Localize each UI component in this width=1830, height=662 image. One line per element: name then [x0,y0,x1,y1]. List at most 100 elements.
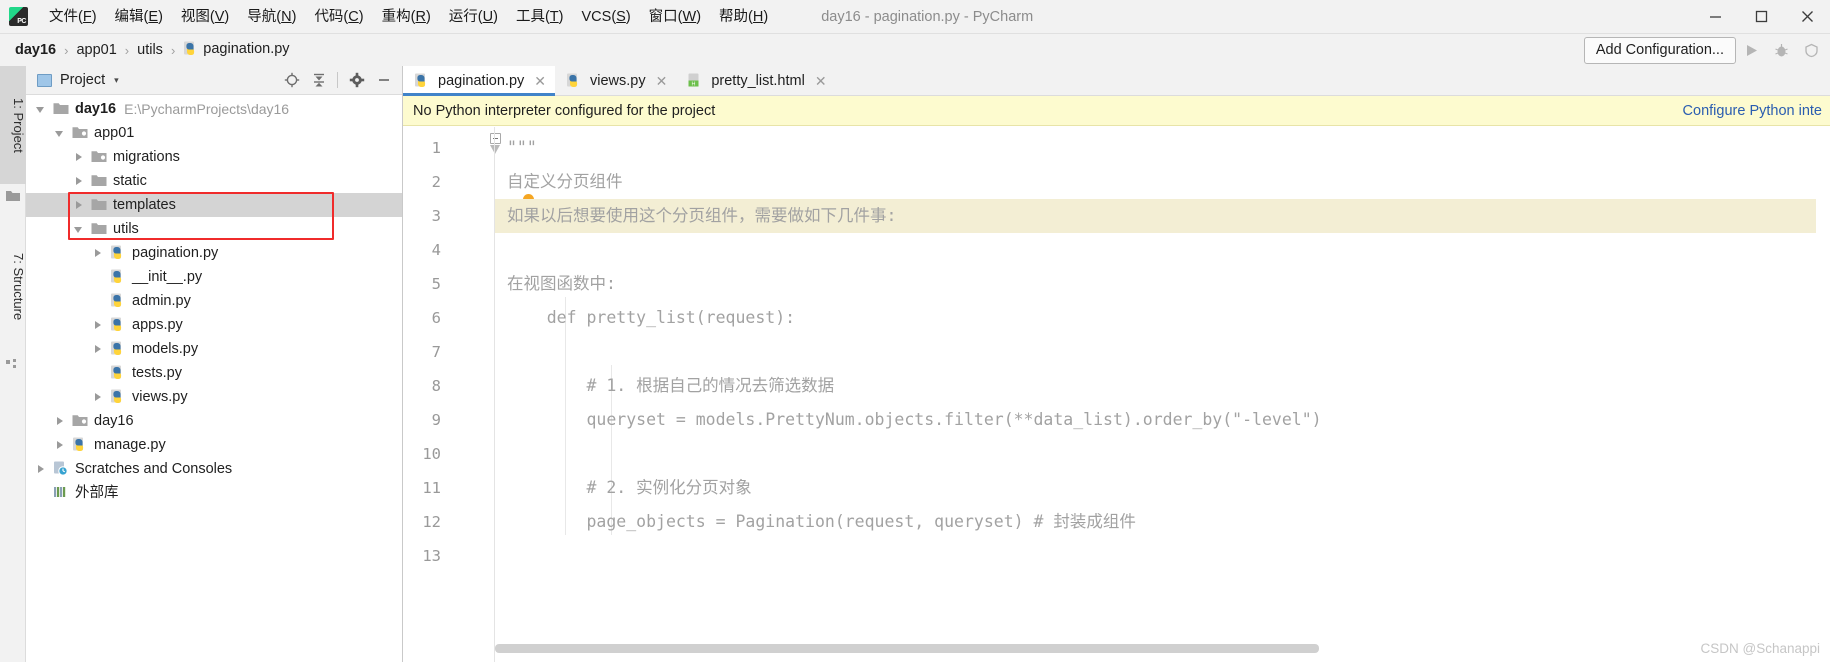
code-editor[interactable]: 1 2 3 4 5 6 7 8 9 10 11 12 13 """ 自定义分页组件 如果以后想要使用这个分页… [403,127,1830,662]
code-line-12[interactable]: page_objects = Pagination(request, query… [495,505,1830,539]
tree-item-app01[interactable]: app01 [26,121,402,145]
menu-mnemonic: E [148,8,159,25]
code-line-4[interactable] [495,233,1830,267]
tree-arrow-placeholder [92,271,105,284]
breadcrumb-item-utils[interactable]: utils [134,41,166,59]
chevron-down-icon[interactable] [73,223,86,236]
tree-item-utils[interactable]: utils [26,217,402,241]
python-file-icon [110,245,127,261]
chevron-down-icon[interactable]: ▾ [114,75,119,86]
close-tab-icon[interactable]: ✕ [815,74,827,88]
code-line-9[interactable]: queryset = models.PrettyNum.objects.filt… [495,403,1830,437]
horizontal-scrollbar[interactable] [495,644,1725,653]
tree-item-day16[interactable]: day16 E:\PycharmProjects\day16 [26,97,402,121]
code-line-2[interactable]: 自定义分页组件 [495,165,1830,199]
minimize-button[interactable] [1692,0,1738,33]
chevron-right-icon[interactable] [92,319,105,332]
tree-item-label: utils [113,221,139,237]
chevron-right-icon[interactable] [92,247,105,260]
project-tree: day16 E:\PycharmProjects\day16 app01 migrat… [26,95,402,505]
tree-item-manage-py[interactable]: manage.py [26,433,402,457]
chevron-right-icon[interactable] [54,415,67,428]
tree-item-label: day16 [94,413,134,429]
code-line-7[interactable] [495,335,1830,369]
menu-item-9[interactable]: VCS(S) [573,5,640,29]
settings-gear-icon[interactable] [344,68,369,92]
tree-item-templates[interactable]: templates [26,193,402,217]
debug-icon[interactable] [1766,38,1796,64]
close-button[interactable] [1784,0,1830,33]
menu-item-5[interactable]: 代码(C) [305,5,372,29]
code-line-5[interactable]: 在视图函数中: [495,267,1830,301]
tree-item-migrations[interactable]: migrations [26,145,402,169]
close-tab-icon[interactable]: ✕ [656,74,668,88]
code-line-3[interactable]: 如果以后想要使用这个分页组件，需要做如下几件事: [495,199,1830,233]
tree-item-label: app01 [94,125,135,141]
chevron-right-icon[interactable] [73,175,86,188]
breadcrumb-label: pagination.py [203,40,290,57]
code-line-6[interactable]: def pretty_list(request): [495,301,1830,335]
chevron-down-icon[interactable] [54,127,67,140]
tree-item-pagination-py[interactable]: pagination.py [26,241,402,265]
editor-right-padding [1816,188,1830,662]
menu-mnemonic: V [214,8,225,25]
chevron-right-icon[interactable] [92,391,105,404]
tree-item-static[interactable]: static [26,169,402,193]
tree-item----[interactable]: 外部库 [26,481,402,505]
menu-item-8[interactable]: 工具(T) [507,5,573,29]
scrollbar-thumb[interactable] [495,644,1320,653]
chevron-right-icon[interactable] [73,199,86,212]
chevron-down-icon[interactable] [35,103,48,116]
locate-icon[interactable] [279,68,304,92]
collapse-all-icon[interactable] [306,68,331,92]
menu-item-10[interactable]: 窗口(W) [640,5,710,29]
breadcrumb-separator: › [64,42,69,58]
menu-item-11[interactable]: 帮助(H) [710,5,777,29]
chevron-right-icon[interactable] [35,463,48,476]
sidebar-tab-project[interactable]: 1: Project [0,66,26,184]
code-line-1[interactable]: """ [495,131,1830,165]
menu-item-2[interactable]: 编辑(E) [106,5,172,29]
tree-item-__init__-py[interactable]: __init__.py [26,265,402,289]
breadcrumb-item-pagination-py[interactable]: pagination.py [180,40,292,61]
toolbar-divider [337,72,338,88]
editor-tab-views-py[interactable]: views.py ✕ [555,66,677,96]
tree-item-views-py[interactable]: views.py [26,385,402,409]
hide-panel-icon[interactable] [371,68,396,92]
menu-item-6[interactable]: 重构(R) [373,5,440,29]
configure-python-interpreter-link[interactable]: Configure Python inte [1683,103,1822,119]
line-number: 8 [431,377,441,395]
run-icon[interactable] [1736,38,1766,64]
code-line-8[interactable]: # 1. 根据自己的情况去筛选数据 [495,369,1830,403]
coverage-icon[interactable] [1796,38,1826,64]
tree-item-apps-py[interactable]: apps.py [26,313,402,337]
chevron-right-icon[interactable] [54,439,67,452]
chevron-right-icon[interactable] [92,343,105,356]
breadcrumb-item-day16[interactable]: day16 [12,41,59,59]
window-title: day16 - pagination.py - PyCharm [821,8,1034,25]
tree-item-label: manage.py [94,437,166,453]
tree-item-day16[interactable]: day16 [26,409,402,433]
code-line-11[interactable]: # 2. 实例化分页对象 [495,471,1830,505]
menu-item-4[interactable]: 导航(N) [238,5,305,29]
menu-item-3[interactable]: 视图(V) [172,5,238,29]
breadcrumb-item-app01[interactable]: app01 [73,41,119,59]
pycharm-window: 文件(F)编辑(E)视图(V)导航(N)代码(C)重构(R)运行(U)工具(T)… [0,0,1830,662]
chevron-right-icon[interactable] [73,151,86,164]
tree-item-models-py[interactable]: models.py [26,337,402,361]
tree-item-tests-py[interactable]: tests.py [26,361,402,385]
close-tab-icon[interactable]: ✕ [534,74,546,88]
maximize-button[interactable] [1738,0,1784,33]
menu-item-7[interactable]: 运行(U) [440,5,507,29]
tree-item-scratches-and-consoles[interactable]: Scratches and Consoles [26,457,402,481]
code-line-13[interactable] [495,539,1830,573]
tree-item-admin-py[interactable]: admin.py [26,289,402,313]
editor-tab-pagination-py[interactable]: pagination.py ✕ [403,66,555,96]
sidebar-tab-structure[interactable]: 7: Structure [0,221,26,353]
add-configuration-button[interactable]: Add Configuration... [1583,37,1736,64]
tree-item-label: admin.py [132,293,191,309]
code-line-10[interactable] [495,437,1830,471]
menu-mnemonic: C [348,8,359,25]
editor-tab-pretty_list-html[interactable]: Hpretty_list.html ✕ [676,66,836,96]
menu-item-1[interactable]: 文件(F) [40,5,106,29]
